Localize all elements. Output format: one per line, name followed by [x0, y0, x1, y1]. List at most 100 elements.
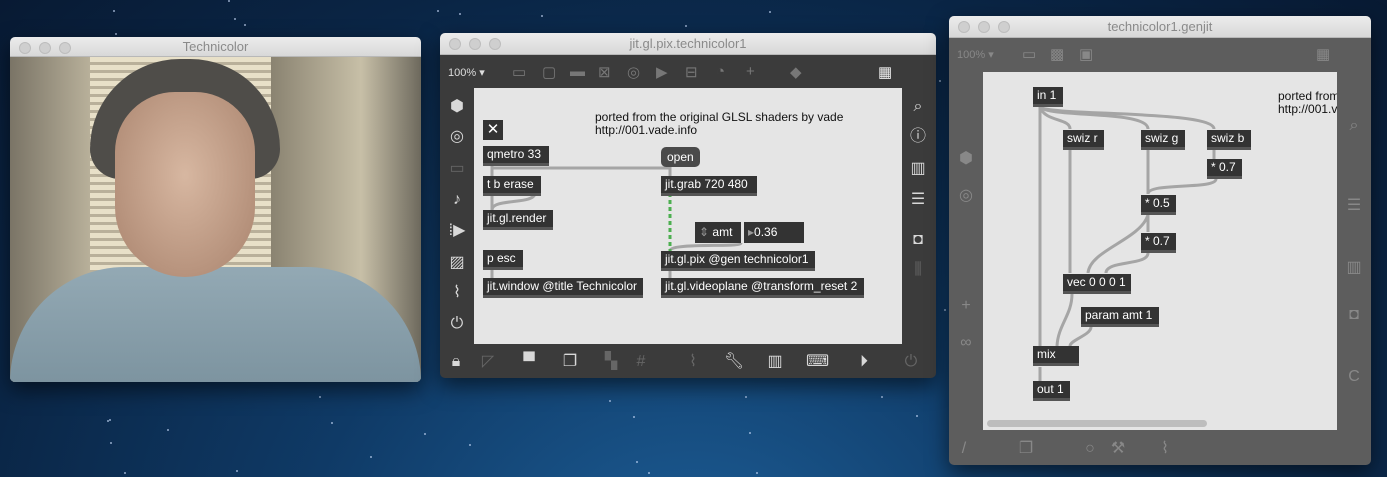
code-icon[interactable]: C	[1343, 366, 1365, 388]
sequence-icon[interactable]: ⁞▶	[446, 220, 468, 242]
plug-icon[interactable]: ⏻	[446, 313, 468, 335]
zoom-menu[interactable]: 100% ▾	[957, 48, 994, 61]
jit-gl-render-object[interactable]: jit.gl.render	[483, 210, 553, 230]
cube-icon[interactable]: ⬢	[446, 96, 468, 118]
jit-grab-object[interactable]: jit.grab 720 480	[661, 176, 757, 196]
attach-icon[interactable]: ⌇	[682, 351, 704, 373]
close-button[interactable]	[449, 38, 461, 50]
paint-bucket-icon[interactable]: ◆	[790, 63, 802, 81]
multiply-0-7-object[interactable]: * 0.7	[1207, 159, 1242, 179]
trigger-object[interactable]: t b erase	[483, 176, 541, 196]
close-button[interactable]	[958, 21, 970, 33]
add-icon[interactable]: +	[746, 63, 755, 80]
camera-icon[interactable]: ◘	[907, 229, 929, 251]
mixer-icon[interactable]: ⫼	[907, 259, 929, 281]
star	[114, 32, 117, 35]
jit-gl-pix-object[interactable]: jit.gl.pix @gen technicolor1	[661, 251, 815, 271]
attrui-value[interactable]: ▸0.36	[744, 222, 804, 243]
lock-icon[interactable]: 🔒︎	[445, 351, 467, 373]
jit-window-object[interactable]: jit.window @title Technicolor	[483, 278, 643, 298]
star	[915, 414, 918, 417]
p-esc-object[interactable]: p esc	[483, 250, 523, 270]
star	[632, 416, 635, 419]
keyboard-icon[interactable]: ⌨	[806, 351, 829, 373]
pencil-icon[interactable]: /	[953, 438, 975, 460]
horizontal-scrollbar[interactable]	[987, 420, 1207, 427]
patch-icon[interactable]: ▩	[1050, 45, 1064, 63]
target-icon[interactable]: ◎	[955, 185, 977, 207]
search-icon[interactable]: ⌕	[1343, 115, 1365, 137]
zoom-button[interactable]	[489, 38, 501, 50]
close-button[interactable]	[19, 42, 31, 54]
camera-icon[interactable]: ◘	[1343, 304, 1365, 326]
hammer-icon[interactable]: ⚒	[1107, 438, 1129, 460]
zoom-button[interactable]	[59, 42, 71, 54]
swiz-g-object[interactable]: swiz g	[1141, 130, 1185, 150]
presentation-mode-icon[interactable]: ▀	[518, 351, 540, 373]
open-message[interactable]: open	[661, 147, 700, 167]
message-icon[interactable]: ▢	[542, 63, 556, 81]
grid-icon[interactable]: ▦	[878, 63, 892, 81]
dial-icon[interactable]: ◔	[716, 63, 725, 80]
reference-icon[interactable]: ▥	[907, 158, 929, 180]
infinity-icon[interactable]: ∞	[955, 332, 977, 354]
play-icon[interactable]: ▶	[656, 63, 668, 81]
attach-icon[interactable]: ⌇	[1154, 438, 1176, 460]
swiz-r-object[interactable]: swiz r	[1063, 130, 1104, 150]
hide-icon[interactable]: ▚	[600, 351, 622, 373]
attrui-label: amt	[712, 225, 733, 239]
star	[647, 472, 650, 475]
paperclip-icon[interactable]: ⌇	[446, 282, 468, 304]
minimize-button[interactable]	[39, 42, 51, 54]
cube-icon[interactable]: ⬢	[955, 148, 977, 170]
info-icon[interactable]: ⓘ	[907, 126, 929, 148]
toggle[interactable]: ✕	[483, 120, 503, 140]
select-icon[interactable]: ◸	[477, 351, 499, 373]
audio-play-icon[interactable]: ⏵	[853, 351, 875, 373]
jit-gl-videoplane-object[interactable]: jit.gl.videoplane @transform_reset 2	[661, 278, 864, 298]
toggle-icon[interactable]: ⊠	[598, 63, 611, 81]
list-icon[interactable]: ☰	[1343, 195, 1365, 217]
title-bar[interactable]: Technicolor	[10, 37, 421, 57]
presentation-icon[interactable]: ▭	[1022, 45, 1036, 63]
reference-icon[interactable]: ▥	[1343, 257, 1365, 279]
multiply-0-7-object[interactable]: * 0.7	[1141, 233, 1176, 253]
power-icon[interactable]: ⏻	[900, 351, 922, 373]
image-icon[interactable]: ▨	[446, 252, 468, 274]
star	[110, 441, 113, 444]
grid-icon[interactable]: ▦	[1316, 45, 1330, 63]
comment-icon[interactable]: ▬	[570, 63, 585, 80]
presentation-icon[interactable]: ▭	[512, 63, 526, 81]
button-icon[interactable]: ◎	[627, 63, 640, 81]
music-note-icon[interactable]: ♪	[446, 189, 468, 211]
zoom-menu[interactable]: 100% ▾	[448, 66, 485, 79]
slider-icon[interactable]: ⊟	[685, 63, 698, 81]
list-icon[interactable]: ☰	[907, 189, 929, 211]
title-bar[interactable]: technicolor1.genjit	[949, 16, 1371, 38]
media-icon[interactable]: ▭	[446, 158, 468, 180]
codebox-icon[interactable]: ▣	[1079, 45, 1093, 63]
grid-toggle-icon[interactable]: #	[630, 351, 652, 373]
out-1-object[interactable]: out 1	[1033, 381, 1070, 401]
windows-icon[interactable]: ❐	[559, 351, 581, 373]
attrui-amt[interactable]: ⇕ amt	[695, 222, 741, 243]
vec-object[interactable]: vec 0 0 0 1	[1063, 274, 1131, 294]
windows-icon[interactable]: ❐	[1015, 438, 1037, 460]
piano-icon[interactable]: ▥	[764, 351, 786, 373]
search-icon[interactable]: ⌕	[907, 96, 929, 118]
zoom-button[interactable]	[998, 21, 1010, 33]
refresh-icon[interactable]: ○	[1079, 438, 1101, 460]
mix-object[interactable]: mix	[1033, 346, 1079, 366]
title-bar[interactable]: jit.gl.pix.technicolor1	[440, 33, 936, 55]
wrench-icon[interactable]: 🔧︎	[723, 351, 745, 373]
minimize-button[interactable]	[978, 21, 990, 33]
multiply-0-5-object[interactable]: * 0.5	[1141, 195, 1176, 215]
minimize-button[interactable]	[469, 38, 481, 50]
add-icon[interactable]: +	[955, 295, 977, 317]
comment: ported from the original GLSL shaders by…	[595, 110, 844, 137]
param-amt-object[interactable]: param amt 1	[1081, 307, 1159, 327]
target-icon[interactable]: ◎	[446, 126, 468, 148]
qmetro-object[interactable]: qmetro 33	[483, 146, 549, 166]
in-1-object[interactable]: in 1	[1033, 87, 1063, 107]
swiz-b-object[interactable]: swiz b	[1207, 130, 1251, 150]
